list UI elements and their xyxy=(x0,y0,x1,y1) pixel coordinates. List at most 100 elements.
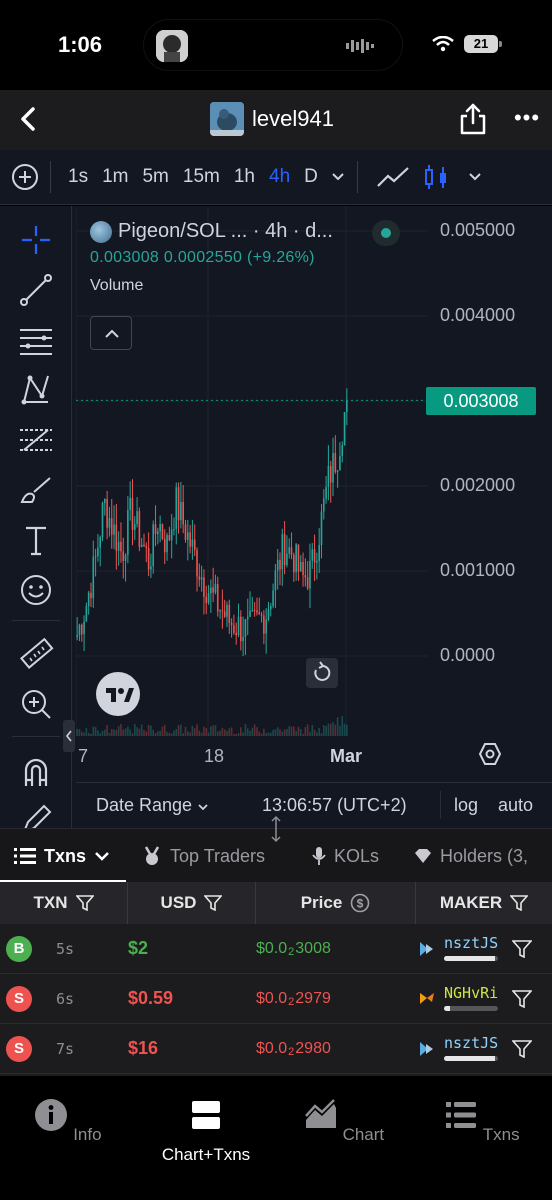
filter-maker-icon[interactable] xyxy=(512,940,532,958)
horizontal-lines-icon[interactable] xyxy=(18,322,54,358)
brush-icon[interactable] xyxy=(18,472,54,508)
timeframe-d[interactable]: D xyxy=(297,166,325,188)
filter-icon[interactable] xyxy=(75,895,94,911)
share-icon[interactable] xyxy=(458,102,488,136)
maker-holding-bar xyxy=(444,1056,498,1061)
nav-chart[interactable]: Chart xyxy=(284,1098,404,1145)
candle-body xyxy=(175,487,178,529)
resize-handle-icon[interactable] xyxy=(263,815,289,843)
timeframe-5m[interactable]: 5m xyxy=(135,166,175,188)
maker-wallet-icon xyxy=(420,993,434,1004)
filter-maker-icon[interactable] xyxy=(512,990,532,1008)
candle-body xyxy=(237,616,240,636)
fib-retracement-icon[interactable] xyxy=(18,422,54,458)
back-icon[interactable] xyxy=(14,104,44,134)
table-row[interactable]: S 6s $0.59 $0.022979 NGHvRi xyxy=(0,974,552,1024)
candle-body xyxy=(281,534,284,570)
column-price[interactable]: Price $ xyxy=(256,882,416,924)
timeframe-15m[interactable]: 15m xyxy=(176,166,227,188)
microphone-icon xyxy=(312,847,326,865)
volume-bar xyxy=(304,726,307,736)
nav-txns[interactable]: Txns xyxy=(422,1098,542,1145)
reset-chart-icon[interactable] xyxy=(306,658,338,688)
panel-tabs: Txns Top Traders KOLs Holders (3, xyxy=(0,815,552,883)
maker-address[interactable]: NGHvRi xyxy=(444,984,498,1002)
auto-scale-toggle[interactable]: auto xyxy=(498,795,533,816)
candlestick-type-icon[interactable] xyxy=(420,164,454,190)
volume-bar xyxy=(325,725,327,736)
volume-bar xyxy=(161,726,164,736)
column-usd[interactable]: USD xyxy=(128,882,256,924)
candle-body xyxy=(99,537,102,548)
zoom-in-icon[interactable] xyxy=(18,686,54,722)
date-range-dropdown[interactable]: Date Range xyxy=(96,795,209,816)
emoji-icon[interactable] xyxy=(18,572,54,608)
text-tool-icon[interactable] xyxy=(18,522,54,558)
chart-type-dropdown-icon[interactable] xyxy=(468,172,482,182)
timeframe-4h[interactable]: 4h xyxy=(262,166,297,188)
chart-settings-icon[interactable] xyxy=(478,742,502,766)
txn-usd: $16 xyxy=(128,1038,159,1058)
column-maker[interactable]: MAKER xyxy=(416,882,552,924)
timeframe-1m[interactable]: 1m xyxy=(95,166,135,188)
volume-bar xyxy=(92,726,95,736)
candle-body xyxy=(205,596,208,603)
crosshair-icon[interactable] xyxy=(18,222,54,258)
diamond-icon xyxy=(415,849,431,863)
candle-body xyxy=(256,610,258,613)
volume-bar xyxy=(196,724,198,736)
time-axis[interactable]: 7 18 Mar xyxy=(76,736,552,774)
status-time: 1:06 xyxy=(58,32,103,57)
currency-toggle-icon[interactable]: $ xyxy=(350,893,370,913)
txn-price: $0.023008 xyxy=(256,940,331,958)
tab-txns[interactable]: Txns xyxy=(14,829,110,883)
timeframe-dropdown-icon[interactable] xyxy=(331,172,345,182)
filter-maker-icon[interactable] xyxy=(512,1040,532,1058)
token-title: level941 xyxy=(210,102,334,136)
more-options-icon[interactable]: ••• xyxy=(512,106,542,130)
tradingview-logo[interactable] xyxy=(96,672,140,716)
price-tick: 0.005000 xyxy=(440,220,516,240)
candle-body xyxy=(182,502,184,525)
volume-bar xyxy=(184,726,187,736)
price-scale[interactable]: 0.005000 0.004000 0.002000 0.001000 0.00… xyxy=(428,206,552,736)
maker-address[interactable]: nsztJS xyxy=(444,934,498,952)
collapse-legend-button[interactable] xyxy=(90,316,132,350)
candle-body xyxy=(240,616,242,642)
tab-kols[interactable]: KOLs xyxy=(312,829,379,883)
candle-body xyxy=(265,619,267,634)
nav-chart-txns[interactable]: Chart+Txns xyxy=(146,1098,266,1165)
volume-bar xyxy=(127,726,129,736)
filter-icon[interactable] xyxy=(204,895,223,911)
chart-canvas[interactable]: Pigeon/SOL ... · 4h · d... 0.003008 0.00… xyxy=(76,206,552,828)
line-chart-type-icon[interactable] xyxy=(376,164,410,190)
volume-bar xyxy=(240,727,242,736)
column-txn[interactable]: TXN xyxy=(0,882,128,924)
trend-line-icon[interactable] xyxy=(18,272,54,308)
sidebar-collapse-handle[interactable] xyxy=(63,720,75,752)
timeframe-1s[interactable]: 1s xyxy=(61,166,95,188)
legend-symbol[interactable]: Pigeon/SOL ... · 4h · d... xyxy=(118,220,333,243)
battery-indicator: 21 xyxy=(464,35,498,53)
volume-bar xyxy=(124,728,127,736)
volume-bar xyxy=(306,724,309,736)
tab-holders[interactable]: Holders (3, xyxy=(414,829,528,883)
candle-body xyxy=(104,498,106,503)
pattern-tool-icon[interactable] xyxy=(18,372,54,408)
tab-top-traders[interactable]: Top Traders xyxy=(142,829,265,883)
table-row[interactable]: S 7s $16 $0.022980 nsztJS xyxy=(0,1024,552,1074)
timeframe-1h[interactable]: 1h xyxy=(227,166,262,188)
log-scale-toggle[interactable]: log xyxy=(454,795,478,816)
ruler-icon[interactable] xyxy=(18,636,54,672)
time-tick: Mar xyxy=(330,746,363,766)
volume-bar xyxy=(113,729,115,736)
filter-icon[interactable] xyxy=(510,895,529,911)
maker-address[interactable]: nsztJS xyxy=(444,1034,498,1052)
candle-body xyxy=(212,587,214,593)
add-indicator-icon[interactable] xyxy=(12,164,38,190)
magnet-icon[interactable] xyxy=(18,754,54,790)
nav-info[interactable]: Info xyxy=(8,1098,128,1145)
candle-body xyxy=(110,518,113,535)
table-row[interactable]: B 5s $2 $0.023008 nsztJS xyxy=(0,924,552,974)
candle-body xyxy=(196,550,198,577)
